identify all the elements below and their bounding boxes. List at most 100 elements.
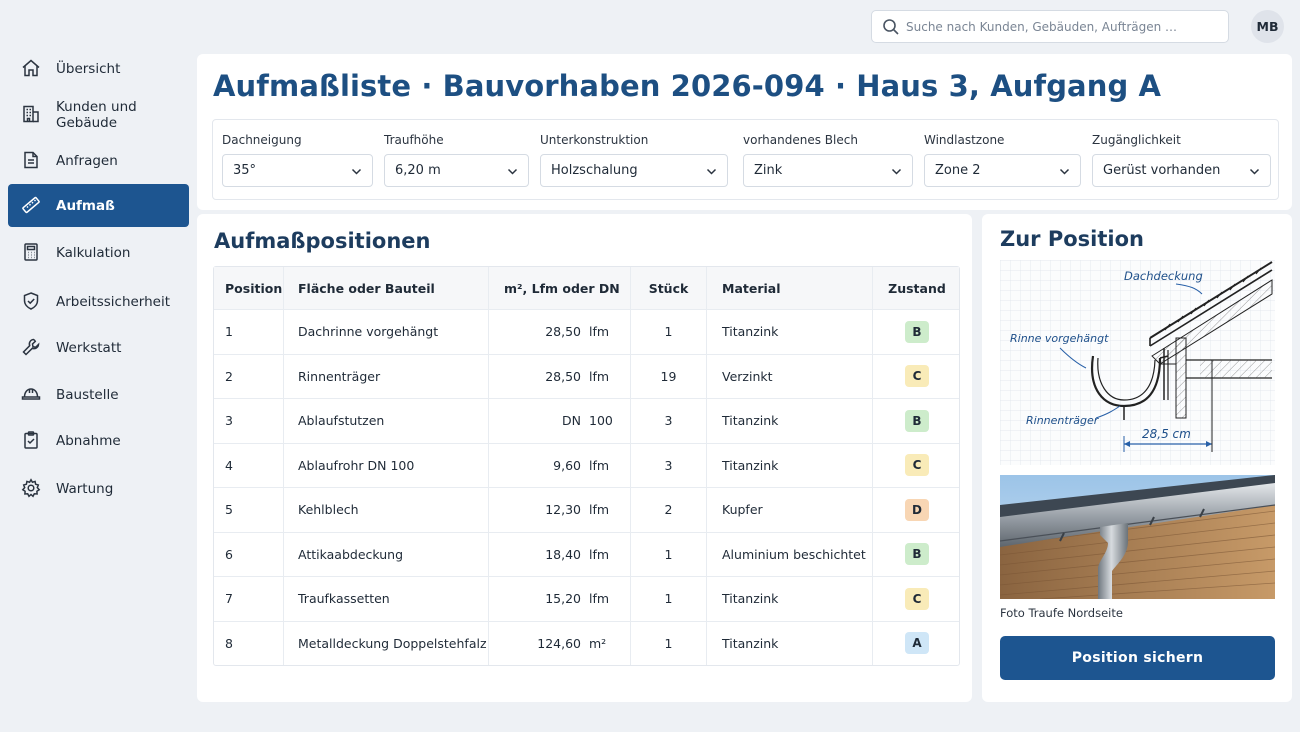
filter-label: Windlastzone [924,133,1005,147]
sidebar-item-arbeitssicherheit[interactable]: Arbeitssicherheit [8,280,189,323]
condition-cell: C [873,577,961,621]
sidebar-item-anfragen[interactable]: Anfragen [8,139,189,182]
sidebar-item-kalkulation[interactable]: Kalkulation [8,231,189,274]
quantity-cell: 124,60 m² [489,621,631,665]
sidebar-item-uebersicht[interactable]: Übersicht [8,47,189,90]
wrench-icon [20,336,42,358]
condition-badge[interactable]: B [905,320,929,343]
filter-label: Dachneigung [222,133,302,147]
sidebar-item-abnahme[interactable]: Abnahme [8,419,189,462]
sketch-dimension-label: 28,5 cm [1142,427,1191,441]
chevron-down-icon [351,168,362,175]
chevron-down-icon [706,168,717,175]
sidebar-item-label: Arbeitssicherheit [56,293,171,310]
sidebar-item-werkstatt[interactable]: Werkstatt [8,326,189,369]
unterkonstruktion-select[interactable]: Holzschalung [540,154,728,187]
eaves-photo[interactable] [1000,475,1275,599]
filter-label: Traufhöhe [384,133,444,147]
material-name: Titanzink [707,399,873,443]
quantity-value: 28,50 [545,368,581,384]
select-value: Holzschalung [551,163,638,178]
traufhoehe-select[interactable]: 6,20 m [384,154,529,187]
positions-table: Position Fläche oder Bauteil m², Lfm ode… [213,266,960,666]
chevron-down-icon [891,168,902,175]
table-row[interactable]: 8 Metalldeckung Doppelstehfalz 124,60 m² 1 Ti… [214,620,961,666]
sidebar-item-label: Werkstatt [56,339,122,356]
windlastzone-select[interactable]: Zone 2 [924,154,1081,187]
search-input[interactable] [906,16,1221,38]
piece-count: 1 [631,577,707,621]
position-number: 8 [214,621,284,665]
material-name: Verzinkt [707,354,873,398]
save-position-button[interactable]: Position sichern [1000,636,1275,680]
condition-badge[interactable]: B [905,409,929,432]
dachneigung-select[interactable]: 35° [222,154,373,187]
quantity-value: 124,60 [537,635,581,651]
quantity-unit: 100 [589,413,613,429]
component-name: Ablaufrohr DN 100 [284,443,489,487]
sidebar-item-label: Wartung [56,480,114,497]
condition-badge[interactable]: D [905,498,929,521]
position-number: 2 [214,354,284,398]
quantity-unit: lfm [589,368,610,384]
condition-cell: D [873,488,961,532]
sidebar-item-aufmass[interactable]: Aufmaß [8,184,189,227]
table-row[interactable]: 5 Kehlblech 12,30 lfm 2 Kupfer D [214,487,959,532]
select-value: Zink [754,163,783,178]
piece-count: 3 [631,399,707,443]
condition-cell: A [873,622,961,666]
column-header[interactable]: Zustand [873,267,961,309]
positions-card: Aufmaßpositionen Position Fläche oder Ba… [197,214,972,702]
column-header[interactable]: Stück [631,267,707,309]
condition-cell: C [873,444,961,488]
quantity-unit: m² [589,635,607,651]
page-title: Aufmaßliste · Bauvorhaben 2026-094 · Hau… [213,69,1162,103]
column-header[interactable]: Material [707,267,873,309]
condition-badge[interactable]: B [905,543,929,566]
zugaenglichkeit-select[interactable]: Gerüst vorhanden [1092,154,1271,187]
table-row[interactable]: 3 Ablaufstutzen DN 100 3 Titanzink B [214,398,959,443]
sidebar-item-baustelle[interactable]: Baustelle [8,373,189,416]
table-row[interactable]: 4 Ablaufrohr DN 100 9,60 lfm 3 Titanzink C [214,442,961,488]
position-number: 5 [214,488,284,532]
select-value: Zone 2 [935,163,981,178]
material-name: Titanzink [707,443,873,487]
sidebar-item-label: Aufmaß [56,197,115,214]
sidebar-item-wartung[interactable]: Wartung [8,467,189,510]
component-name: Rinnenträger [284,354,489,398]
quantity-value: 9,60 [553,457,581,473]
table-row[interactable]: 7 Traufkassetten 15,20 lfm 1 Titanzink C [214,576,959,621]
avatar[interactable]: MB [1251,10,1284,43]
clipboard-check-icon [20,429,42,451]
building-icon [20,103,42,125]
blech-select[interactable]: Zink [743,154,913,187]
sketch-bracket-label: Rinnenträger [1026,414,1100,427]
condition-badge[interactable]: C [905,365,929,388]
sidebar-item-label: Anfragen [56,152,118,169]
table-header: Position Fläche oder Bauteil m², Lfm ode… [214,267,959,309]
column-header[interactable]: Fläche oder Bauteil [284,267,489,309]
gutter-sketch: 28,5 cm Dachdeckung Rinne vorgehängt Rin… [1000,260,1275,465]
sidebar-item-kunden[interactable]: Kunden und Gebäude [8,93,189,136]
column-header[interactable]: Position [214,267,284,309]
photo-caption: Foto Traufe Nordseite [1000,606,1123,620]
condition-cell: C [873,355,961,399]
column-header[interactable]: m², Lfm oder DN [489,267,631,309]
chevron-down-icon [1249,168,1260,175]
calculator-icon [20,241,42,263]
quantity-cell: 28,50 lfm [489,354,631,398]
search-bar[interactable] [871,10,1229,43]
condition-badge[interactable]: C [905,587,929,610]
condition-cell: B [873,533,961,577]
table-row[interactable]: 1 Dachrinne vorgehängt 28,50 lfm 1 Titanzink B [214,309,959,354]
table-row[interactable]: 6 Attikaabdeckung 18,40 lfm 1 Aluminium besch… [214,531,961,577]
component-name: Ablaufstutzen [284,399,489,443]
position-number: 4 [214,443,284,487]
component-name: Dachrinne vorgehängt [284,310,489,354]
sidebar-item-label: Kalkulation [56,244,131,261]
condition-badge[interactable]: A [905,632,929,655]
search-icon [882,18,900,36]
table-row[interactable]: 2 Rinnenträger 28,50 lfm 19 Verzinkt C [214,353,961,399]
select-value: Gerüst vorhanden [1103,163,1221,178]
condition-badge[interactable]: C [905,454,929,477]
